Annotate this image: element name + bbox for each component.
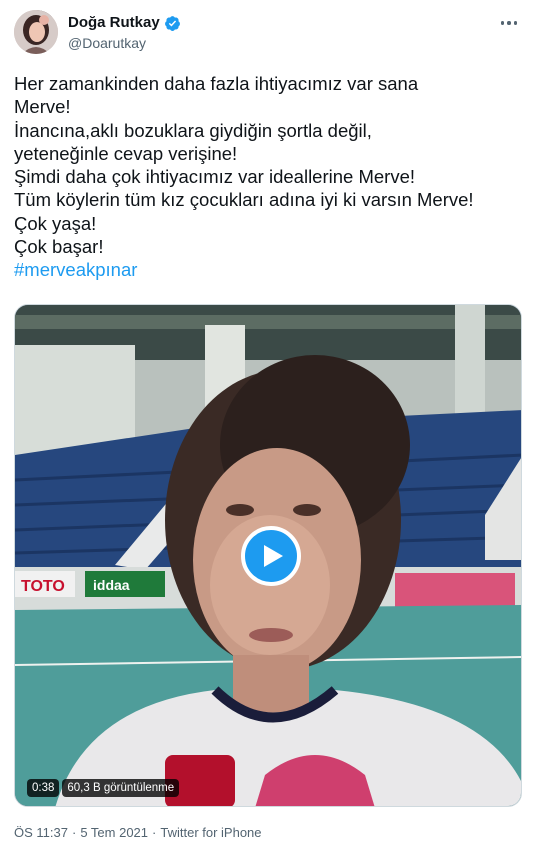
- author-display-name[interactable]: Doğa Rutkay: [68, 14, 160, 32]
- video-duration: 0:38: [27, 779, 60, 797]
- video-view-count: 60,3 B görüntülenme: [62, 779, 180, 797]
- tweet-text-line: Her zamankinden daha fazla ihtiyacımız v…: [14, 73, 419, 94]
- play-button[interactable]: [241, 526, 301, 586]
- author-handle[interactable]: @Doarutkay: [68, 34, 146, 52]
- tweet-date[interactable]: 5 Tem 2021: [80, 825, 148, 840]
- separator: ·: [71, 825, 77, 840]
- tweet-text-line: Merve!: [14, 96, 71, 118]
- tweet-text: Her zamankinden daha fazla ihtiyacımız v…: [14, 72, 529, 282]
- hashtag-link[interactable]: #merveakpınar: [14, 258, 529, 281]
- tweet-text-line: Çok başar!: [14, 236, 104, 258]
- video-player[interactable]: TOTO iddaa 0:38 60,3 B görüntülenme: [14, 304, 522, 807]
- tweet-metadata: ÖS 11:37 · 5 Tem 2021 · Twitter for iPhone: [14, 824, 262, 842]
- avatar[interactable]: [14, 10, 58, 54]
- tweet-text-line: Şimdi daha çok ihtiyacımız var idealleri…: [14, 166, 415, 188]
- more-options-icon[interactable]: [498, 14, 520, 32]
- verified-badge-icon: [164, 15, 181, 32]
- tweet-text-line: Çok yaşa!: [14, 212, 97, 234]
- tweet-text-line: yeteneğinle cevap verişine!: [14, 142, 238, 164]
- video-badges: 0:38 60,3 B görüntülenme: [27, 779, 180, 797]
- tweet-time[interactable]: ÖS 11:37: [14, 825, 68, 840]
- banner-toto: TOTO: [21, 578, 65, 595]
- play-icon: [264, 545, 283, 567]
- tweet-text-line: Tüm köylerin tüm kız çocukları adına iyi…: [14, 189, 474, 211]
- tweet-source[interactable]: Twitter for iPhone: [160, 825, 261, 840]
- tweet-text-line: İnancına,aklı bozuklara giydiğin şortla …: [14, 119, 372, 141]
- author-name-row[interactable]: Doğa Rutkay: [68, 14, 181, 32]
- banner-iddaa: iddaa: [93, 577, 130, 593]
- tweet-header: Doğa Rutkay @Doarutkay: [14, 10, 524, 56]
- avatar-photo-icon: [14, 10, 58, 54]
- separator: ·: [152, 825, 157, 840]
